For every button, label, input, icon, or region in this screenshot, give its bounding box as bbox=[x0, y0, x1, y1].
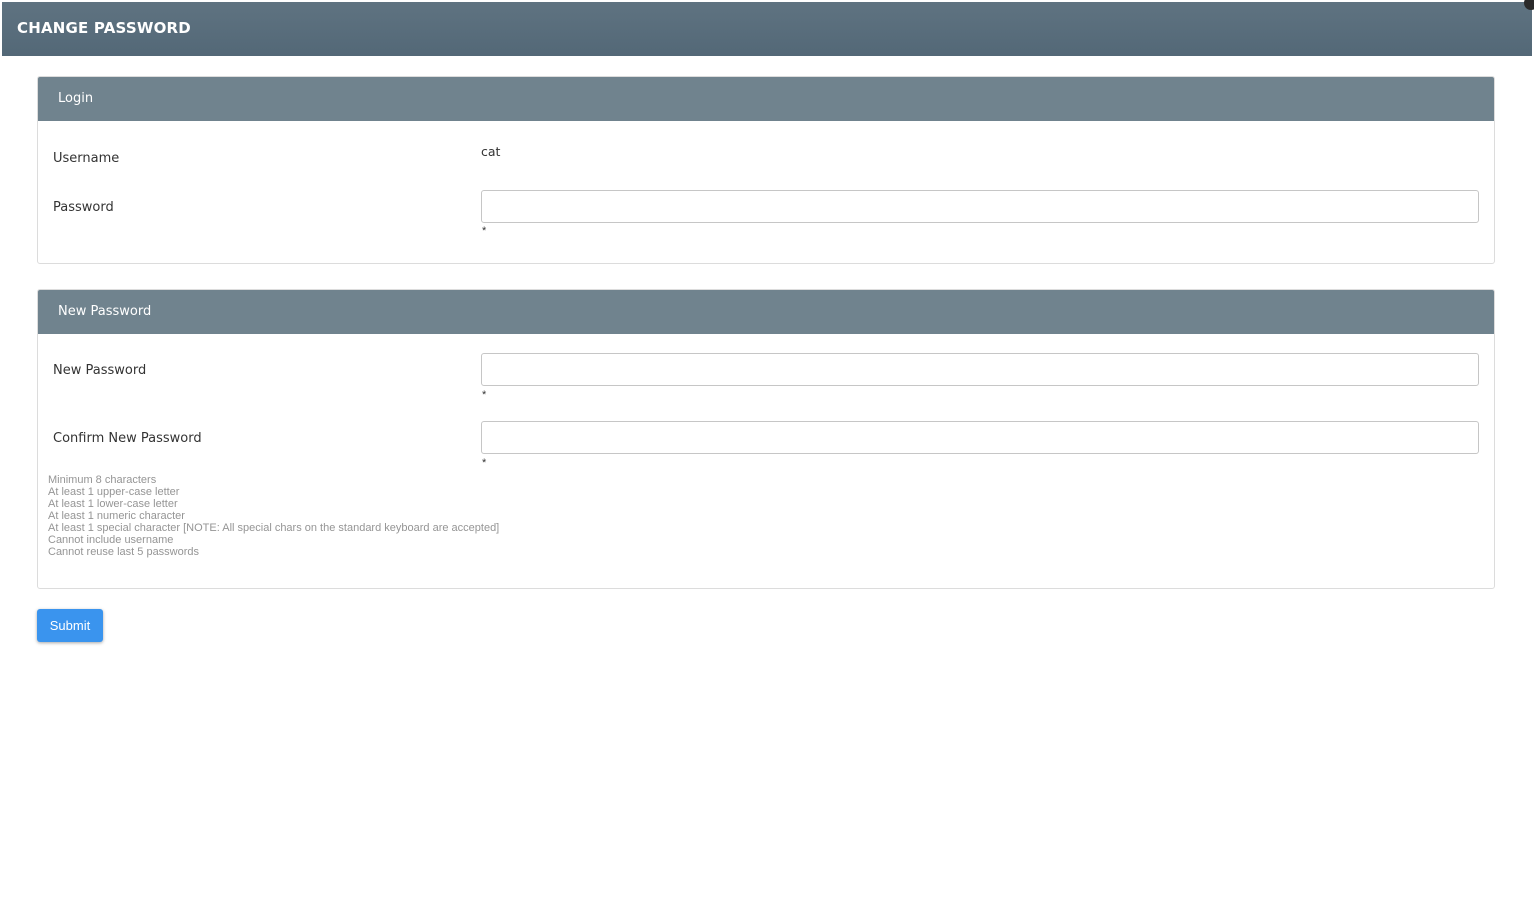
username-label: Username bbox=[53, 151, 120, 166]
password-input[interactable] bbox=[481, 190, 1479, 223]
close-icon[interactable] bbox=[1524, 0, 1534, 10]
password-rules-list: Minimum 8 characters At least 1 upper-ca… bbox=[48, 474, 499, 558]
login-panel: Login Username cat Password * bbox=[37, 76, 1495, 264]
login-panel-title: Login bbox=[58, 91, 94, 106]
new-password-panel-title: New Password bbox=[58, 304, 152, 319]
new-password-panel: New Password New Password * Confirm New … bbox=[37, 289, 1495, 589]
confirm-password-required-mark: * bbox=[482, 457, 487, 469]
password-rule: Cannot include username bbox=[48, 534, 174, 546]
password-required-mark: * bbox=[482, 225, 487, 237]
username-value: cat bbox=[481, 144, 501, 159]
login-panel-heading: Login bbox=[38, 77, 1494, 121]
change-password-page: CHANGE PASSWORD Login Username cat Passw… bbox=[0, 0, 1534, 910]
submit-button[interactable]: Submit bbox=[37, 609, 103, 642]
password-rule: At least 1 upper-case letter bbox=[48, 486, 180, 498]
new-password-label: New Password bbox=[53, 363, 147, 378]
new-password-panel-heading: New Password bbox=[38, 290, 1494, 334]
password-rule: Cannot reuse last 5 passwords bbox=[48, 546, 200, 558]
confirm-password-input[interactable] bbox=[481, 421, 1479, 454]
new-password-required-mark: * bbox=[482, 389, 487, 401]
password-rule: Minimum 8 characters bbox=[48, 474, 157, 486]
password-rule: At least 1 numeric character bbox=[48, 510, 185, 522]
password-label: Password bbox=[53, 200, 114, 215]
page-title: CHANGE PASSWORD bbox=[17, 19, 191, 37]
confirm-password-label: Confirm New Password bbox=[53, 431, 202, 446]
password-rule: At least 1 special character [NOTE: All … bbox=[48, 522, 500, 534]
new-password-input[interactable] bbox=[481, 353, 1479, 386]
header-bar: CHANGE PASSWORD bbox=[2, 0, 1534, 56]
password-rule: At least 1 lower-case letter bbox=[48, 498, 178, 510]
